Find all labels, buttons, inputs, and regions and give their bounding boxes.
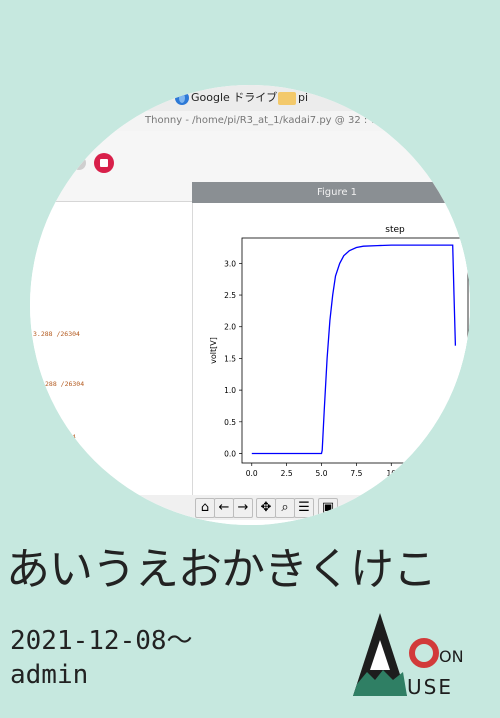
pan-icon[interactable]: ✥ [256, 498, 276, 518]
post-date: 2021-12-08～ [10, 626, 193, 656]
save-icon[interactable]: ▣ [318, 498, 338, 518]
y-tick-label: 2.5 [224, 291, 236, 300]
x-tick-label: 7.5 [350, 469, 362, 478]
y-tick-label: 0.0 [224, 449, 236, 458]
onuse-logo: ON USE [353, 613, 464, 699]
home-icon[interactable]: ⌂ [195, 498, 215, 518]
y-tick-label: 1.0 [224, 386, 236, 395]
y-axis-label: volt[V] [209, 337, 218, 364]
logo-text-use: USE [407, 675, 453, 699]
y-tick-label: 2.0 [224, 323, 236, 332]
logo-text-on: ON [439, 647, 464, 666]
screenshot-circle: Google ドライブ... pi Thonny - /home/pi/R3_a… [30, 85, 470, 525]
post-title: あいうえおかきくけこ [6, 544, 437, 595]
post-author: admin [10, 660, 89, 690]
y-tick-label: 1.5 [224, 354, 236, 363]
step-chart: step volt[V] 0.0 0.5 1.0 1.5 2.0 2.5 3.0 0.0 2.5 5.… [209, 225, 469, 478]
logo-red-o [409, 638, 439, 668]
configure-icon[interactable]: ☰ [294, 498, 314, 518]
plot-frame [241, 237, 469, 464]
x-tick-label: 0.0 [246, 469, 258, 478]
y-tick-label: 3.0 [224, 259, 236, 268]
x-tick-label: 5.0 [316, 469, 328, 478]
y-tick-label: 0.5 [224, 418, 236, 427]
chart-title: step [385, 225, 405, 235]
back-icon[interactable]: ← [214, 498, 234, 518]
zoom-icon[interactable]: ⌕ [275, 498, 295, 518]
x-tick-label: 10 [386, 469, 396, 478]
forward-icon[interactable]: → [233, 498, 253, 518]
x-tick-label: 2.5 [281, 469, 293, 478]
